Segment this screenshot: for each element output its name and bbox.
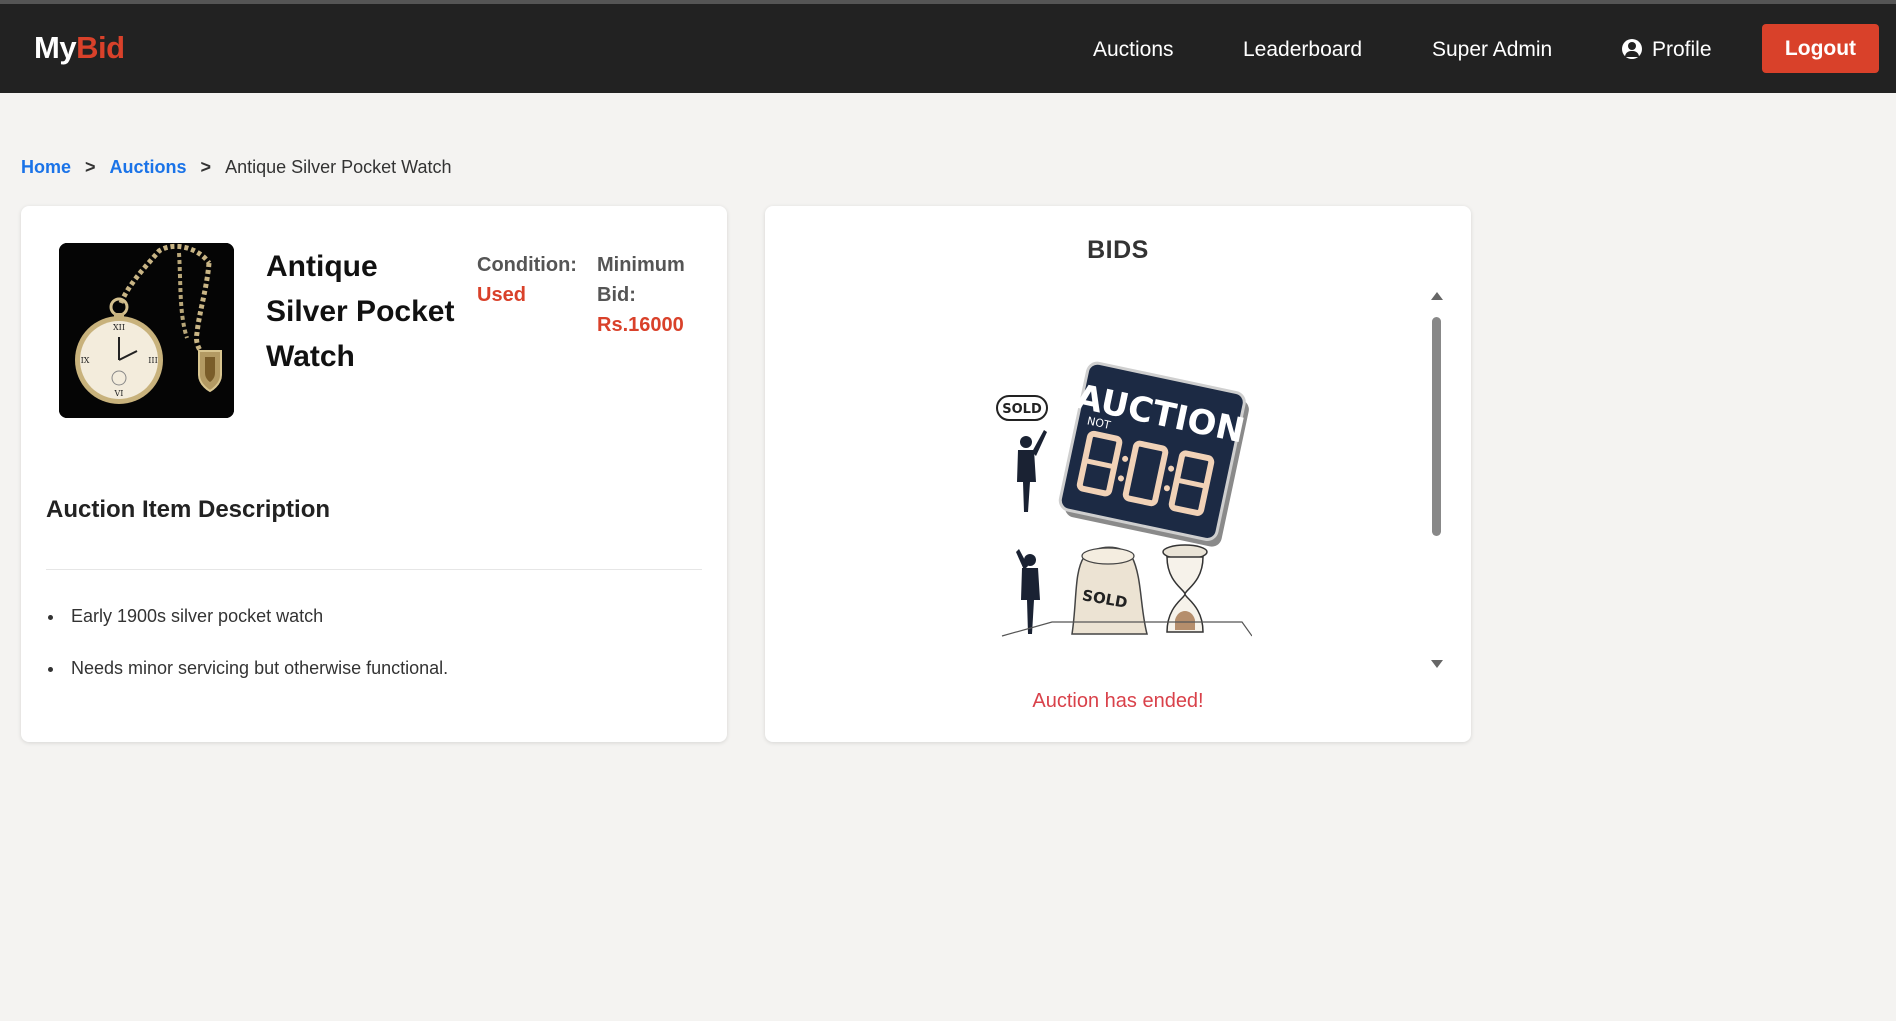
description-item: Needs minor servicing but otherwise func…	[46, 658, 448, 679]
condition-label: Condition:	[477, 254, 577, 276]
breadcrumb-separator: >	[200, 157, 212, 177]
brand-logo[interactable]: MyBid	[34, 30, 125, 66]
nav-auctions[interactable]: Auctions	[1093, 38, 1174, 62]
navbar: MyBid Auctions Leaderboard Super Admin P…	[0, 4, 1896, 93]
breadcrumb-separator: >	[85, 157, 96, 177]
divider	[46, 569, 702, 570]
description-item: Early 1900s silver pocket watch	[46, 606, 448, 627]
scroll-up-arrow-icon[interactable]	[1431, 292, 1443, 300]
breadcrumb-home[interactable]: Home	[21, 157, 71, 178]
bids-scrollbar[interactable]	[1429, 290, 1445, 670]
svg-text:VI: VI	[114, 389, 124, 398]
breadcrumb-auctions[interactable]: Auctions	[110, 157, 187, 178]
nav-leaderboard[interactable]: Leaderboard	[1243, 38, 1362, 62]
bids-scroll-area[interactable]: AUCTION NOT SOLD SOLD	[785, 290, 1453, 670]
pocket-watch-image: XII VI IX III	[59, 243, 234, 418]
description-list: Early 1900s silver pocket watch Needs mi…	[46, 606, 448, 710]
brand-primary: My	[34, 30, 77, 65]
brand-accent: Bid	[76, 30, 125, 65]
scrollbar-thumb[interactable]	[1432, 317, 1441, 536]
logout-button[interactable]: Logout	[1762, 24, 1879, 73]
art-sold-sign: SOLD	[1002, 402, 1042, 417]
bids-title: BIDS	[1087, 236, 1149, 264]
item-card: XII VI IX III Antique Silver Pocket Watc…	[21, 206, 727, 742]
bids-card: BIDS AUCTION NOT SOLD SOLD Auction has e…	[765, 206, 1471, 742]
nav-profile-label: Profile	[1652, 38, 1712, 61]
scroll-down-arrow-icon[interactable]	[1431, 660, 1443, 668]
nav-super-admin[interactable]: Super Admin	[1432, 38, 1552, 62]
minimum-bid-value: Rs.16000	[597, 314, 684, 336]
item-image: XII VI IX III	[59, 243, 234, 418]
nav-profile[interactable]: Profile	[1622, 38, 1712, 62]
svg-text:III: III	[148, 356, 157, 365]
item-title: Antique Silver Pocket Watch	[266, 250, 455, 373]
svg-text:XII: XII	[113, 323, 125, 332]
minimum-bid-label: Minimum Bid:	[597, 254, 685, 306]
auction-ended-message: Auction has ended!	[1032, 690, 1204, 712]
svg-text:IX: IX	[81, 356, 90, 365]
breadcrumb-current: Antique Silver Pocket Watch	[225, 157, 452, 177]
breadcrumb: Home > Auctions > Antique Silver Pocket …	[21, 157, 452, 178]
user-circle-icon	[1622, 39, 1642, 59]
condition-value: Used	[477, 284, 526, 306]
auction-ended-illustration: AUCTION NOT SOLD SOLD	[996, 361, 1252, 637]
description-heading: Auction Item Description	[46, 496, 331, 523]
